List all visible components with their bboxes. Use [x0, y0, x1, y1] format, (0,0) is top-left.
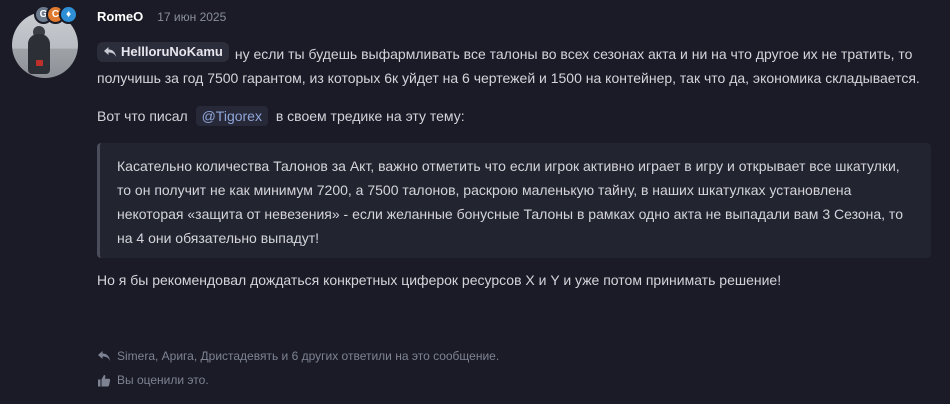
- reply-arrow-icon: [98, 351, 110, 361]
- reaction-summary-text: Вы оценили это.: [117, 373, 209, 387]
- user-mention-link[interactable]: @Tigorex: [195, 106, 268, 126]
- reply-to-username: HellloruNoKamu: [121, 44, 223, 59]
- reply-arrow-icon: [104, 47, 116, 57]
- quote-block: Касательно количества Талонов за Акт, ва…: [97, 143, 931, 258]
- reaction-summary[interactable]: Вы оценили это.: [97, 373, 209, 387]
- post-paragraph-2: Вот что писал @Tigorex в своем тредике н…: [97, 104, 937, 128]
- replies-summary[interactable]: Simera, Арига, Дристадевять и 6 других о…: [97, 349, 499, 363]
- avatar-red-object: [36, 60, 43, 66]
- avatar-body-shape: [28, 34, 50, 74]
- forum-post: G C ♦ RomeO 17 июн 2025 HellloruNoKamu н…: [0, 0, 950, 404]
- post-paragraph-3: Но я бы рекомендовал дождаться конкретны…: [97, 272, 782, 288]
- replies-summary-text: Simera, Арига, Дристадевять и 6 других о…: [117, 349, 500, 363]
- post-header: RomeO 17 июн 2025: [97, 9, 226, 24]
- reply-to-chip[interactable]: HellloruNoKamu: [97, 42, 229, 62]
- thumbs-up-icon: [98, 374, 111, 386]
- badge-diamond-icon[interactable]: ♦: [59, 5, 78, 24]
- quote-text: Касательно количества Талонов за Акт, ва…: [117, 158, 903, 246]
- post-paragraph-1: HellloruNoKamu ну если ты будешь выфармл…: [97, 42, 937, 90]
- post-date[interactable]: 17 июн 2025: [157, 10, 226, 24]
- author-name[interactable]: RomeO: [97, 9, 143, 24]
- paragraph-2-suffix: в своем тредике на эту тему:: [275, 108, 465, 124]
- paragraph-2-prefix: Вот что писал: [97, 108, 188, 124]
